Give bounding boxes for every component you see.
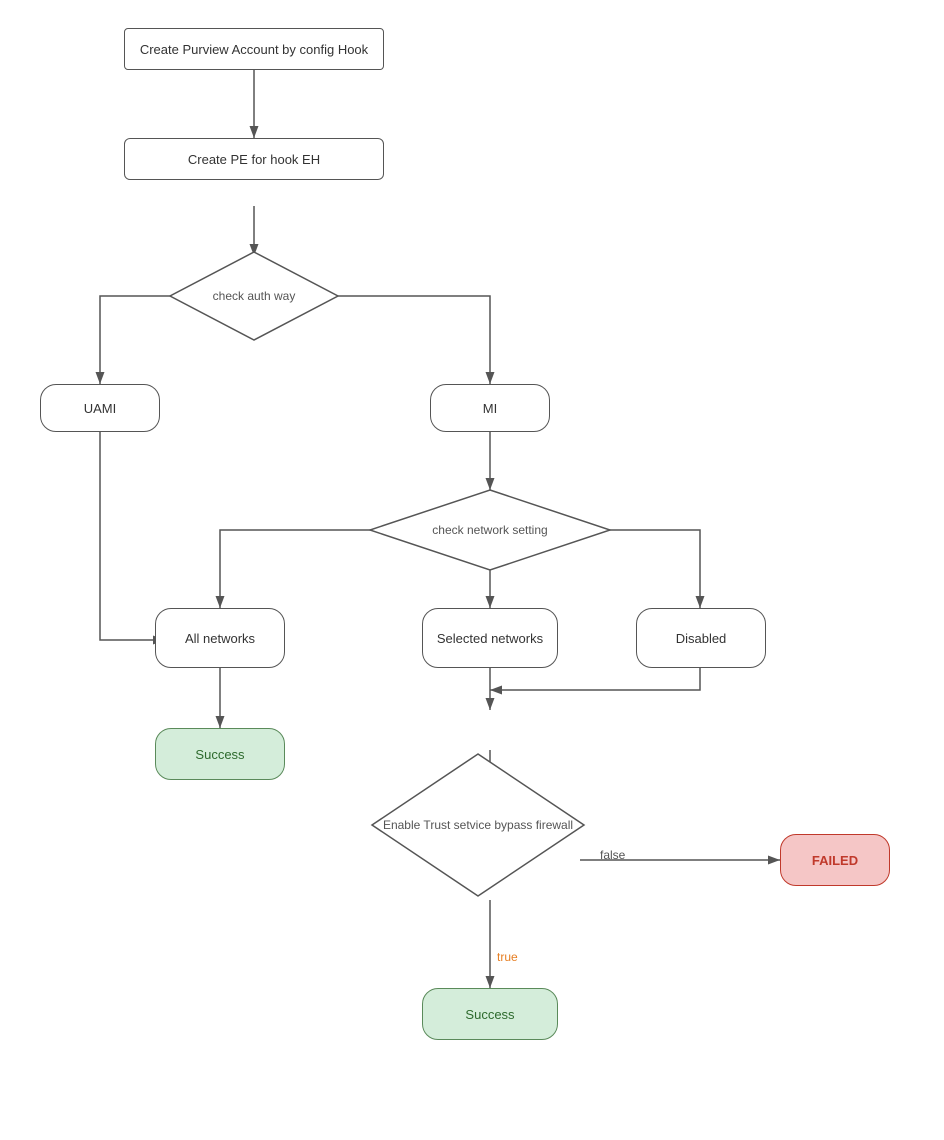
- success1-label: Success: [195, 747, 244, 762]
- disabled-node: Disabled: [636, 608, 766, 668]
- failed-node: FAILED: [780, 834, 890, 886]
- check-network-label: check network setting: [432, 523, 547, 537]
- check-auth-diamond: check auth way: [168, 250, 340, 342]
- selected-networks-node: Selected networks: [422, 608, 558, 668]
- create-purview-label: Create Purview Account by config Hook: [140, 42, 368, 57]
- selected-networks-label: Selected networks: [437, 631, 543, 646]
- all-networks-label: All networks: [185, 631, 255, 646]
- false-label: false: [600, 848, 625, 862]
- true-label: true: [497, 950, 518, 964]
- uami-node: UAMI: [40, 384, 160, 432]
- enable-trust-label: Enable Trust setvice bypass firewall: [383, 817, 573, 834]
- all-networks-node: All networks: [155, 608, 285, 668]
- mi-label: MI: [483, 401, 497, 416]
- check-auth-label: check auth way: [213, 289, 296, 303]
- create-pe-label: Create PE for hook EH: [188, 152, 320, 167]
- enable-trust-diamond: Enable Trust setvice bypass firewall: [368, 750, 588, 900]
- success2-node: Success: [422, 988, 558, 1040]
- success2-label: Success: [465, 1007, 514, 1022]
- success1-node: Success: [155, 728, 285, 780]
- flowchart-diagram: Create Purview Account by config Hook Cr…: [0, 0, 944, 1140]
- failed-label: FAILED: [812, 853, 858, 868]
- disabled-label: Disabled: [676, 631, 727, 646]
- mi-node: MI: [430, 384, 550, 432]
- check-network-diamond: check network setting: [368, 488, 612, 572]
- uami-label: UAMI: [84, 401, 117, 416]
- create-purview-node: Create Purview Account by config Hook: [124, 28, 384, 70]
- create-pe-node: Create PE for hook EH: [124, 138, 384, 180]
